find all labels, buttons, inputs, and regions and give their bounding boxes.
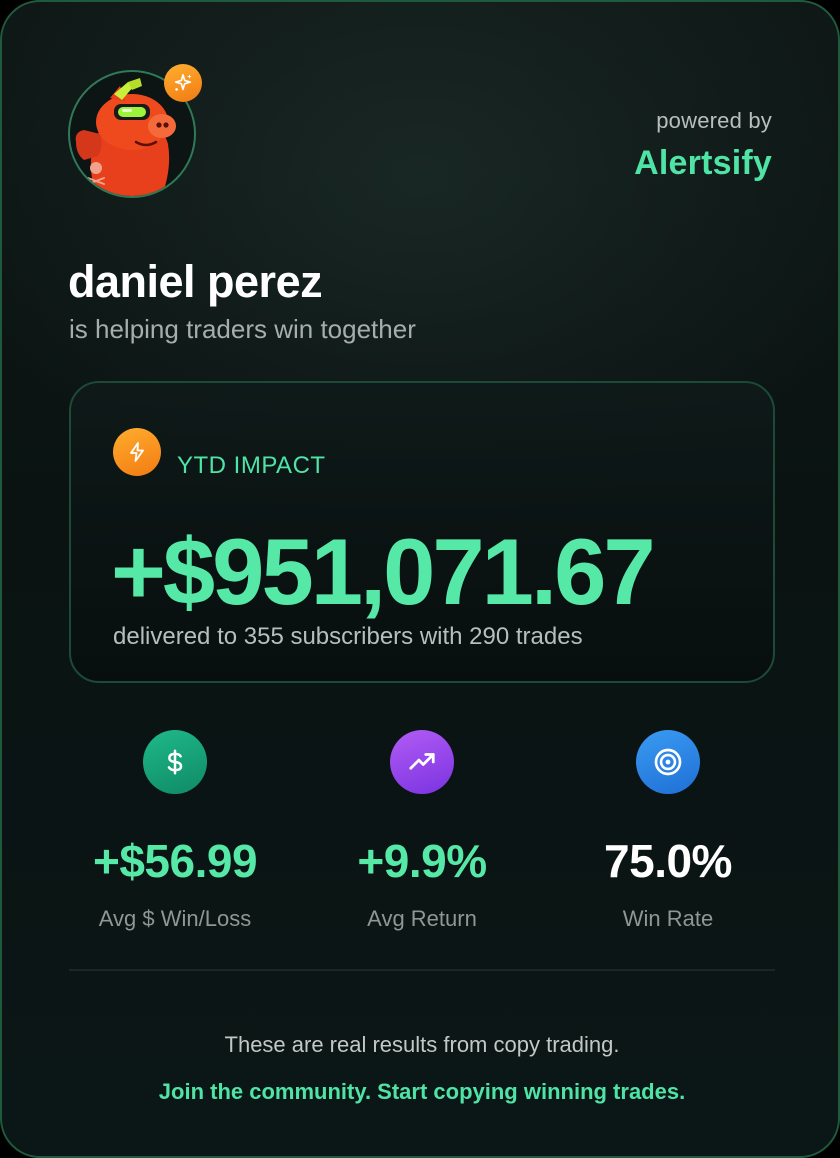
user-tagline: is helping traders win together	[69, 314, 416, 344]
lightning-bolt-icon	[113, 428, 161, 476]
stat-value: +9.9%	[357, 835, 487, 887]
stat-label: Avg Return	[367, 906, 477, 931]
stat-avg-win-loss: +$56.99 Avg $ Win/Loss	[45, 730, 305, 932]
sparkle-icon	[164, 64, 202, 102]
impact-subtext: delivered to 355 subscribers with 290 tr…	[113, 623, 583, 650]
user-name: daniel perez	[68, 256, 323, 307]
avatar-container	[68, 64, 202, 198]
stat-win-rate: 75.0% Win Rate	[538, 730, 798, 932]
dollar-sign-icon	[143, 730, 207, 794]
divider	[69, 969, 775, 971]
footer-note: These are real results from copy trading…	[224, 1032, 620, 1057]
stat-label: Win Rate	[622, 906, 714, 931]
stat-value: 75.0%	[604, 835, 732, 887]
stat-avg-return: +9.9% Avg Return	[292, 730, 552, 932]
brand-logo-text[interactable]: Alertsify	[634, 144, 772, 183]
trending-up-icon	[390, 730, 454, 794]
join-community-link[interactable]: Join the community. Start copying winnin…	[2, 1079, 838, 1105]
impact-label: YTD IMPACT	[177, 452, 326, 479]
stat-label: Avg $ Win/Loss	[98, 906, 252, 931]
powered-by-text: powered by	[656, 108, 772, 133]
target-icon	[636, 730, 700, 794]
ytd-impact-panel: YTD IMPACT +$951,071.67 delivered to 355…	[69, 381, 775, 683]
impact-value: +$951,071.67	[111, 519, 656, 624]
result-card: powered by Alertsify daniel perez is hel…	[0, 0, 840, 1158]
stat-value: +$56.99	[92, 835, 258, 887]
